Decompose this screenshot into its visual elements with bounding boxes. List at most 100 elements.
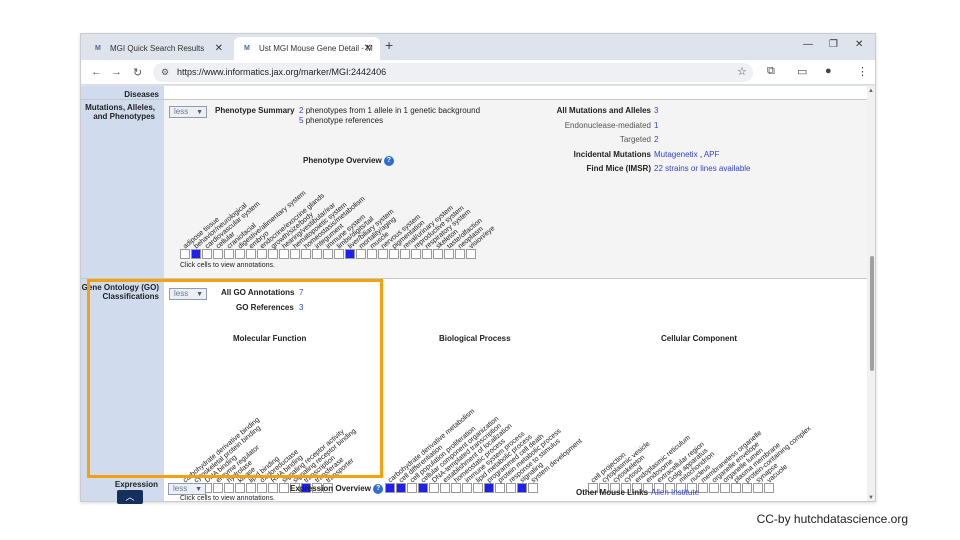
phenotype-cell[interactable] — [301, 249, 311, 259]
biological-process-cell[interactable] — [484, 483, 494, 493]
scroll-down-icon[interactable]: ▼ — [868, 495, 874, 501]
phenotype-cell[interactable] — [345, 249, 355, 259]
mutagenetix-link[interactable]: Mutagenetix — [654, 150, 698, 159]
molecular-function-cell[interactable] — [279, 483, 289, 493]
biological-process-cell[interactable] — [473, 483, 483, 493]
biological-process-cell[interactable] — [506, 483, 516, 493]
cellular-component-cell[interactable] — [742, 483, 752, 493]
biological-process-cell[interactable] — [462, 483, 472, 493]
toolbar: ← → ↻ ⚙ https://www.informatics.jax.org/… — [81, 60, 875, 85]
biological-process-cell[interactable] — [451, 483, 461, 493]
molecular-function-cell[interactable] — [268, 483, 278, 493]
help-icon[interactable]: ? — [383, 156, 394, 166]
site-settings-icon[interactable]: ⚙ — [161, 63, 169, 82]
help-icon[interactable]: ? — [373, 484, 384, 494]
close-tab-icon[interactable]: ✕ — [215, 43, 223, 54]
scroll-up-icon[interactable]: ▲ — [868, 88, 874, 94]
phenotype-ref-link[interactable]: 5 — [299, 116, 303, 125]
close-tab-icon[interactable]: ✕ — [364, 43, 372, 54]
molecular-function-cell[interactable] — [235, 483, 245, 493]
biological-process-cell[interactable] — [385, 483, 395, 493]
close-window-icon[interactable]: ✕ — [855, 39, 863, 50]
phenotype-cell[interactable] — [378, 249, 388, 259]
vertical-scrollbar[interactable]: ▲ ▼ — [867, 86, 875, 501]
cellular-component-cell[interactable] — [753, 483, 763, 493]
phenotype-cell[interactable] — [367, 249, 377, 259]
scroll-to-top-chevron-icon[interactable]: ︿ — [117, 490, 143, 504]
phenotype-cell[interactable] — [334, 249, 344, 259]
less-toggle-button[interactable]: less ▼ — [169, 106, 207, 118]
minimize-icon[interactable]: — — [803, 39, 813, 50]
phenotype-cell[interactable] — [389, 249, 399, 259]
molecular-function-cell[interactable] — [224, 483, 234, 493]
phenotype-count-link[interactable]: 2 — [299, 106, 303, 115]
phenotype-cell[interactable] — [411, 249, 421, 259]
bookmark-star-icon[interactable]: ☆ — [737, 65, 747, 78]
cellular-component-cell[interactable] — [731, 483, 741, 493]
menu-kebab-icon[interactable]: ⋮ — [857, 65, 868, 78]
phenotype-cell[interactable] — [466, 249, 476, 259]
phenotype-click-note: Click cells to view annotations. — [180, 262, 275, 269]
phenotype-cell[interactable] — [323, 249, 333, 259]
phenotype-cell[interactable] — [279, 249, 289, 259]
phenotype-cell[interactable] — [202, 249, 212, 259]
phenotype-cell[interactable] — [455, 249, 465, 259]
phenotype-cell[interactable] — [180, 249, 190, 259]
profile-avatar-icon[interactable]: ● — [825, 65, 832, 77]
molecular-function-cell[interactable] — [213, 483, 223, 493]
phenotype-cell[interactable] — [257, 249, 267, 259]
phenotype-cell[interactable] — [356, 249, 366, 259]
phenotype-cell[interactable] — [191, 249, 201, 259]
dropdown-arrow-icon: ▼ — [196, 109, 203, 116]
reload-icon[interactable]: ↻ — [133, 66, 142, 79]
back-icon[interactable]: ← — [91, 66, 102, 78]
phenotype-cell[interactable] — [312, 249, 322, 259]
apf-link[interactable]: APF — [704, 150, 720, 159]
phenotype-cell[interactable] — [213, 249, 223, 259]
molecular-function-cell[interactable] — [246, 483, 256, 493]
biological-process-cell[interactable] — [418, 483, 428, 493]
phenotype-cell[interactable] — [433, 249, 443, 259]
biological-process-cell[interactable] — [396, 483, 406, 493]
targeted-label: Targeted — [619, 135, 651, 144]
targeted-link[interactable]: 2 — [654, 135, 658, 144]
endonuclease-link[interactable]: 1 — [654, 121, 658, 130]
phenotype-cell[interactable] — [246, 249, 256, 259]
restore-icon[interactable]: ❐ — [829, 39, 838, 50]
phenotype-cell[interactable] — [400, 249, 410, 259]
phenotype-cell[interactable] — [235, 249, 245, 259]
cellular-component-cell[interactable] — [720, 483, 730, 493]
tab-gene-detail[interactable]: M Ust MGI Mouse Gene Detail - M ✕ — [234, 37, 380, 60]
biological-process-title: Biological Process — [439, 334, 511, 343]
reading-list-icon[interactable]: ▭ — [797, 65, 807, 78]
phenotype-cell[interactable] — [290, 249, 300, 259]
biological-process-cell[interactable] — [429, 483, 439, 493]
phenotype-overview-text: Phenotype Overview — [303, 156, 382, 166]
phenotype-summary-line1: 2 phenotypes from 1 allele in 1 genetic … — [299, 106, 480, 115]
tab-quick-search[interactable]: M MGI Quick Search Results ✕ — [85, 37, 231, 60]
biological-process-cell[interactable] — [440, 483, 450, 493]
phenotype-ref-text: phenotype references — [305, 116, 384, 125]
phenotype-summary-label: Phenotype Summary — [215, 106, 295, 115]
cellular-component-cell[interactable] — [709, 483, 719, 493]
phenotype-cell[interactable] — [444, 249, 454, 259]
find-mice-link[interactable]: 22 strains or lines available — [654, 164, 751, 173]
cellular-component-cell[interactable] — [764, 483, 774, 493]
new-tab-icon[interactable]: + — [385, 37, 393, 53]
phenotype-cell[interactable] — [268, 249, 278, 259]
address-bar[interactable]: ⚙ https://www.informatics.jax.org/marker… — [153, 63, 753, 82]
expression-less-toggle-button[interactable]: less ▼ — [168, 483, 206, 495]
forward-icon[interactable]: → — [111, 66, 122, 78]
biological-process-cell[interactable] — [528, 483, 538, 493]
allen-institute-link[interactable]: Allen Institute — [651, 488, 699, 497]
molecular-function-cell[interactable] — [257, 483, 267, 493]
biological-process-cell[interactable] — [495, 483, 505, 493]
all-mutations-link[interactable]: 3 — [654, 106, 658, 115]
biological-process-cell[interactable] — [407, 483, 417, 493]
scroll-thumb[interactable] — [870, 256, 874, 371]
cellular-component-cell[interactable] — [698, 483, 708, 493]
phenotype-cell[interactable] — [422, 249, 432, 259]
extensions-icon[interactable]: ⧉ — [767, 65, 775, 78]
biological-process-cell[interactable] — [517, 483, 527, 493]
phenotype-cell[interactable] — [224, 249, 234, 259]
